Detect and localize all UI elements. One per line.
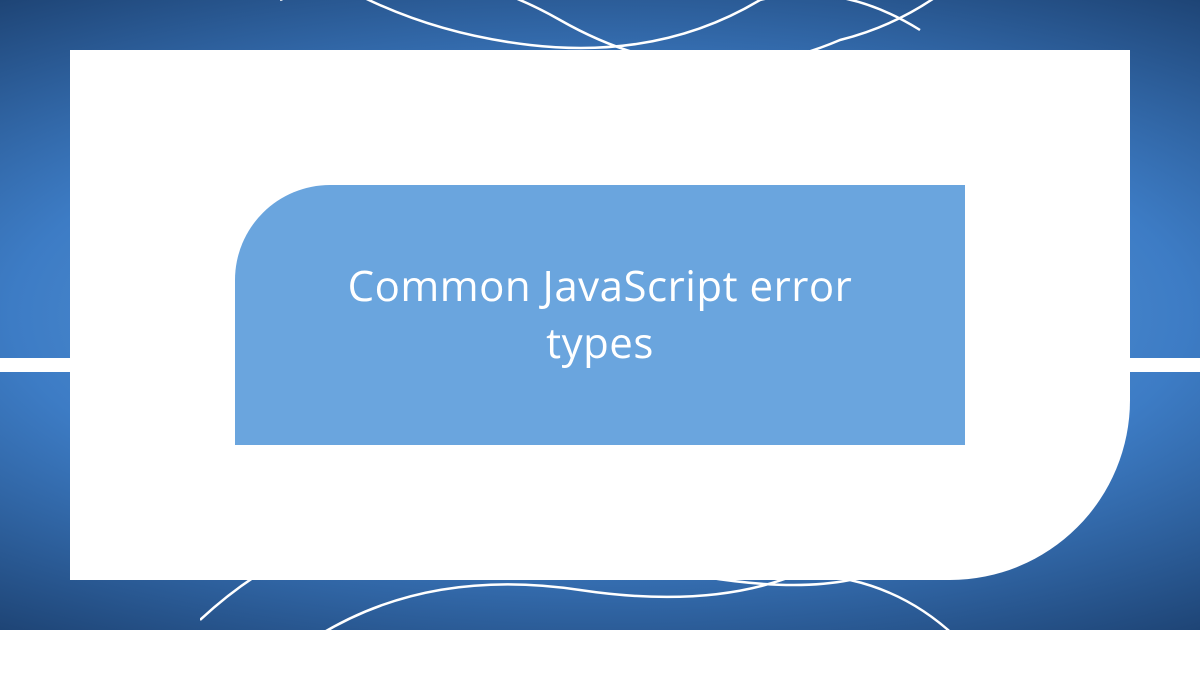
inner-card: Common JavaScript error types (235, 185, 965, 445)
card-title: Common JavaScript error types (305, 258, 895, 371)
accent-line-left (0, 358, 70, 372)
accent-line-right (1130, 358, 1200, 372)
